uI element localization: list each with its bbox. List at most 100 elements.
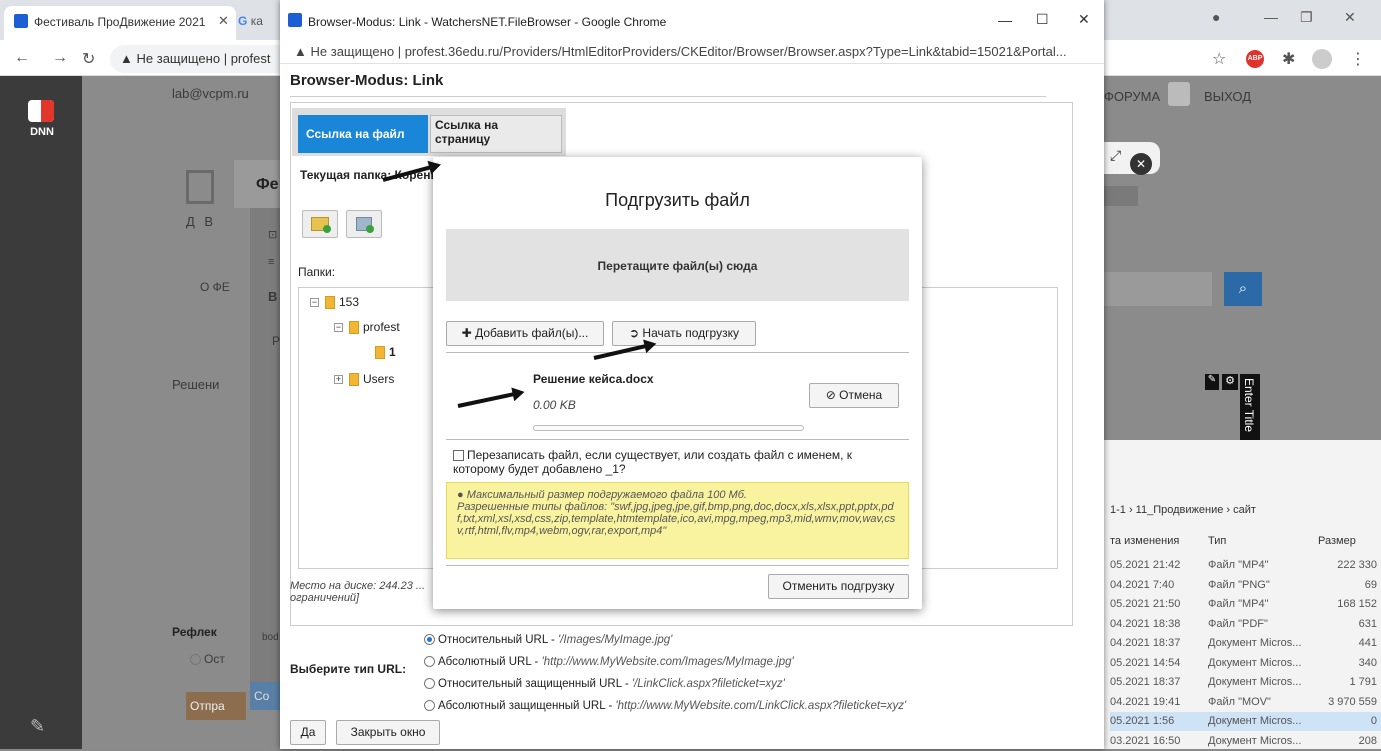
upload-title: Подгрузить файл (605, 190, 750, 210)
option-label: Относительный URL - (438, 634, 559, 646)
list-tool-icon[interactable]: ≡ (268, 256, 274, 268)
tree-node-users[interactable]: + Users (334, 372, 394, 387)
menu-about[interactable]: О ФЕ (200, 280, 230, 294)
file-row[interactable]: 04.2021 19:41 Файл "MOV" 3 970 559 (1110, 693, 1381, 712)
allowed-types-text: Разрешенные типы файлов: "swf,jpg,jpeg,j… (457, 501, 896, 537)
expand-icon[interactable]: ⤢ (1110, 147, 1121, 164)
tree-node-153[interactable]: − 153 (310, 295, 359, 310)
url-option-relative[interactable]: Относительный URL - '/Images/MyImage.jpg… (424, 634, 672, 646)
nav-forum[interactable]: ФОРУМА (1104, 89, 1160, 104)
file-row[interactable]: 05.2021 14:54 Документ Micros... 340 (1110, 654, 1381, 673)
popup-minimize-icon[interactable]: — (998, 12, 1012, 28)
collapse-icon[interactable]: − (310, 298, 319, 308)
back-icon[interactable]: ← (14, 49, 30, 67)
row-size: 3 970 559 (1328, 695, 1377, 708)
file-row[interactable]: 04.2021 18:38 Файл "PDF" 631 (1110, 615, 1381, 634)
reload-icon[interactable]: ↻ (82, 49, 95, 69)
page-radio-option[interactable]: Ост (190, 652, 225, 666)
url-option-absolute[interactable]: Абсолютный URL - 'http://www.MyWebsite.c… (424, 656, 794, 668)
tab-close-icon[interactable]: ✕ (218, 13, 229, 29)
start-upload-label: Начать подгрузку (642, 326, 739, 340)
popup-url-text[interactable]: ▲ Не защищено | profest.36edu.ru/Provide… (294, 44, 1067, 59)
edit-module-icon[interactable]: ✎ (1205, 374, 1219, 390)
url-option-absolute-secure[interactable]: Абсолютный защищенный URL - 'http://www.… (424, 700, 906, 712)
upload-dialog: Подгрузить файл Перетащите файл(ы) сюда … (433, 157, 922, 609)
dnn-logo-icon[interactable]: DNN (22, 100, 62, 146)
close-circle-icon[interactable]: ✕ (1130, 153, 1152, 175)
file-row[interactable]: 03.2021 16:50 Документ Micros... 208 (1110, 732, 1381, 751)
submit-button[interactable]: Отпра (186, 692, 246, 720)
file-row[interactable]: 05.2021 21:42 Файл "MP4" 222 330 (1110, 556, 1381, 575)
info-icon: ● (457, 489, 464, 501)
restore-icon[interactable]: ❐ (1300, 9, 1313, 26)
radio[interactable] (424, 656, 435, 668)
divider (446, 565, 909, 566)
file-size: 0.00 KB (533, 398, 576, 412)
forward-icon[interactable]: → (52, 49, 68, 67)
expand-icon[interactable]: + (334, 375, 343, 385)
profile-icon[interactable] (1312, 49, 1332, 69)
close-window-icon[interactable]: ✕ (1344, 9, 1356, 26)
file-row[interactable]: 04.2021 18:37 Документ Micros... 441 (1110, 634, 1381, 653)
radio[interactable] (424, 700, 435, 712)
cancel-upload-button[interactable]: Отменить подгрузку (768, 574, 909, 599)
new-folder-button[interactable] (302, 210, 338, 238)
extensions-icon[interactable]: ✱ (1282, 49, 1295, 69)
adblock-icon[interactable]: ABP (1246, 50, 1264, 68)
cancel-file-button[interactable]: ⊘ Отмена (809, 383, 899, 408)
tab-page-link[interactable]: Ссылка на страницу (430, 115, 562, 153)
settings-gear-icon[interactable]: ⚙ (1222, 374, 1238, 390)
dnn-sidebar (0, 76, 82, 749)
tab-file-link[interactable]: Ссылка на файл (298, 115, 428, 153)
drop-zone[interactable]: Перетащите файл(ы) сюда (446, 229, 909, 301)
close-window-button[interactable]: Закрыть окно (336, 720, 440, 745)
radio[interactable] (424, 678, 435, 690)
edit-pencil-icon[interactable]: ✎ (30, 716, 45, 737)
col-type[interactable]: Тип (1208, 535, 1226, 547)
file-row[interactable]: 04.2021 7:40 Файл "PNG" 69 (1110, 576, 1381, 595)
file-row[interactable]: 05.2021 21:50 Файл "MP4" 168 152 (1110, 595, 1381, 614)
profile-dot-icon[interactable]: ● (1212, 9, 1220, 25)
row-type: Файл "PDF" (1208, 617, 1268, 630)
col-size[interactable]: Размер (1318, 535, 1356, 547)
menu-icon[interactable]: ⋮ (1350, 49, 1366, 69)
popup-title: Browser-Modus: Link - WatchersNET.FileBr… (308, 15, 667, 29)
url-option-relative-secure[interactable]: Относительный защищенный URL - '/LinkCli… (424, 678, 785, 690)
radio-selected[interactable] (424, 634, 435, 646)
row-type: Файл "MOV" (1208, 695, 1271, 708)
overwrite-checkbox[interactable] (453, 450, 464, 462)
file-row[interactable]: 05.2021 1:56 Документ Micros... 0 (1110, 712, 1381, 731)
background-tab-2[interactable]: G ка (238, 14, 278, 34)
row-date: 05.2021 1:56 (1110, 715, 1175, 727)
nav-logout[interactable]: ВЫХОД (1204, 89, 1251, 104)
ok-button[interactable]: Да (290, 720, 326, 745)
add-files-button[interactable]: ✚ Добавить файл(ы)... (446, 321, 604, 346)
add-files-label: Добавить файл(ы)... (475, 326, 589, 340)
file-list-breadcrumb[interactable]: 1-1 › 11_Продвижение › сайт (1110, 504, 1256, 516)
enter-title-bar[interactable]: Enter Title (1240, 374, 1260, 444)
file-row[interactable]: 05.2021 18:37 Документ Micros... 1 791 (1110, 673, 1381, 692)
bold-tool[interactable]: B (268, 289, 277, 304)
start-upload-button[interactable]: ➲ Начать подгрузку (612, 321, 756, 346)
save-bg-button[interactable]: Со (250, 682, 280, 710)
sync-folder-button[interactable] (346, 210, 382, 238)
user-email[interactable]: lab@vcpm.ru (172, 86, 249, 101)
search-bg-field[interactable] (1104, 272, 1212, 306)
minimize-icon[interactable]: — (1264, 9, 1278, 25)
overwrite-label: Перезаписать файл, если существует, или … (453, 448, 853, 476)
col-modified[interactable]: та изменения (1110, 535, 1179, 547)
tree-node-1[interactable]: 1 (375, 345, 396, 360)
drop-zone-text: Перетащите файл(ы) сюда (597, 259, 758, 273)
search-icon[interactable]: ⌕ (1224, 272, 1262, 306)
editor-tool-icon[interactable]: ⊡ (268, 228, 277, 241)
tree-node-profest[interactable]: − profest (334, 320, 400, 335)
user-avatar[interactable] (1168, 82, 1190, 106)
row-type: Документ Micros... (1208, 734, 1302, 747)
popup-close-icon[interactable]: ✕ (1078, 11, 1090, 28)
star-icon[interactable]: ☆ (1212, 49, 1226, 69)
omnibox-host: profest (230, 51, 271, 66)
collapse-icon[interactable]: − (334, 323, 343, 333)
heading-divider (290, 96, 1046, 97)
popup-maximize-icon[interactable]: ☐ (1036, 11, 1049, 28)
overwrite-option[interactable]: Перезаписать файл, если существует, или … (453, 448, 893, 476)
